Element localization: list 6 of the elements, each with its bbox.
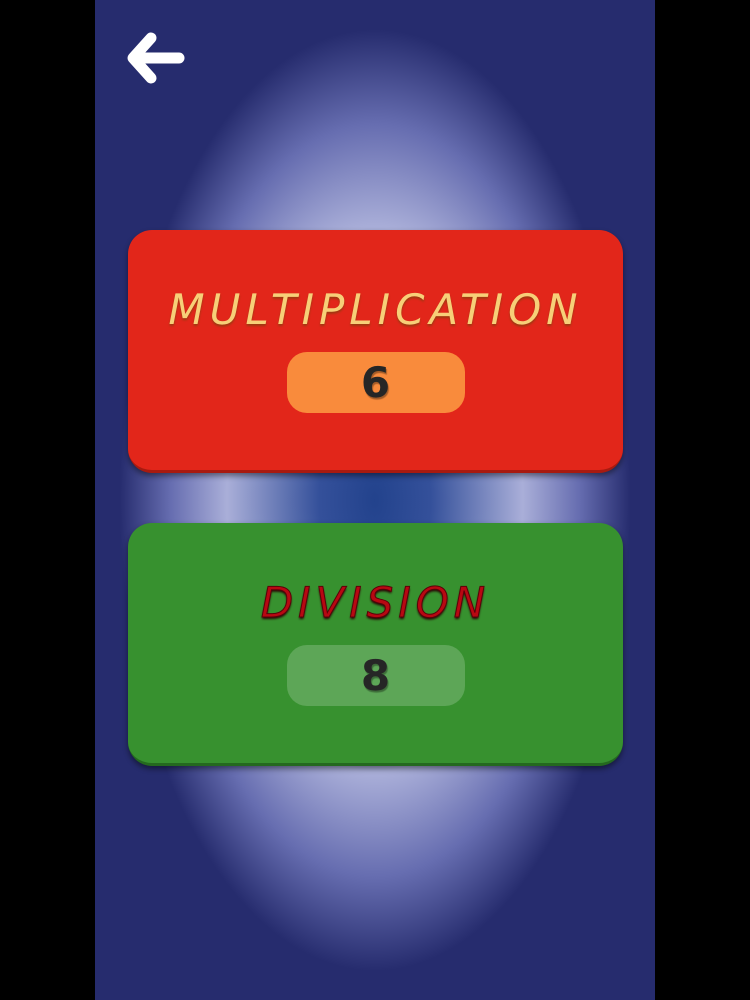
back-arrow-icon (125, 32, 185, 84)
number-badge: 6 (286, 352, 464, 413)
mode-card[interactable]: DIVISION 8 (128, 523, 623, 766)
mode-card[interactable]: MULTIPLICATION 6 (128, 230, 623, 473)
back-button[interactable] (125, 32, 185, 84)
number-badge: 8 (286, 645, 464, 706)
